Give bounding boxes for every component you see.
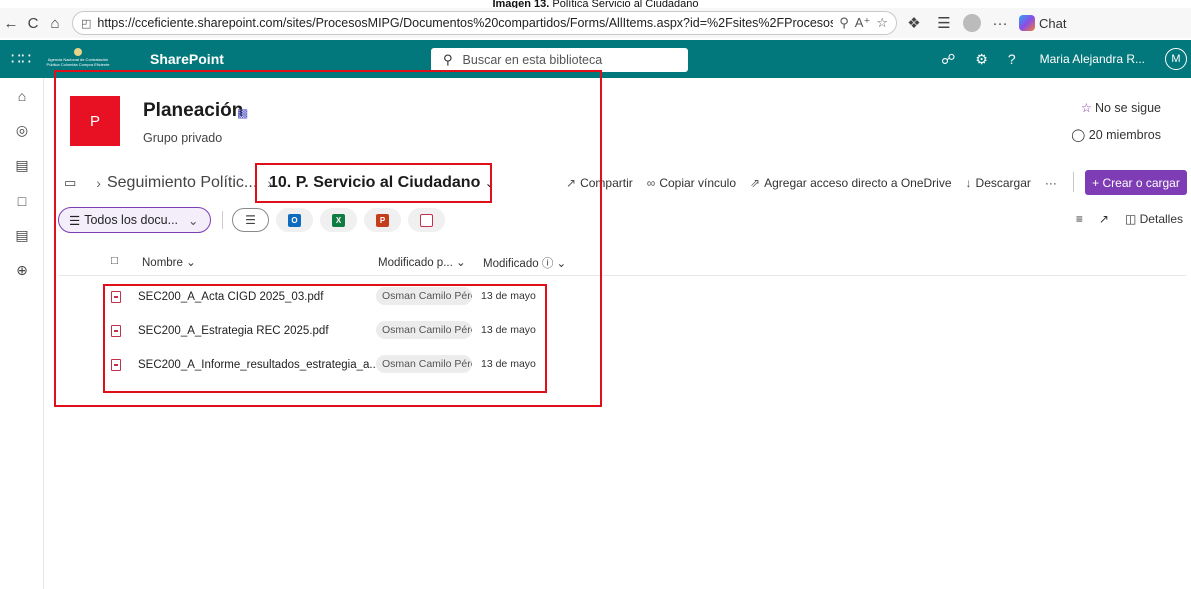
annotation-files-box: [103, 284, 547, 393]
copilot-icon: [1019, 15, 1035, 31]
person-icon: ◯: [1071, 128, 1089, 142]
extensions-icon[interactable]: ❖: [903, 14, 925, 32]
follow-button[interactable]: ☆ No se sigue: [1081, 100, 1161, 115]
settings-gear-icon[interactable]: ⚙: [975, 51, 988, 68]
org-logo-text: Agencia Nacional de Contratación Pública…: [46, 57, 110, 67]
onedrive-label: Agregar acceso directo a OneDrive: [764, 176, 952, 190]
site-info-icon[interactable]: ◰: [81, 17, 91, 30]
news-icon[interactable]: ▤: [0, 148, 44, 183]
command-divider: [1073, 172, 1074, 192]
expand-icon[interactable]: ↗: [1099, 212, 1109, 226]
chat-label: Chat: [1039, 15, 1067, 31]
details-icon: ◫: [1124, 212, 1140, 226]
star-icon: ☆: [1080, 101, 1092, 115]
download-label: Descargar: [975, 176, 1031, 190]
caption-text: Política Servicio al Ciudadano: [549, 0, 699, 8]
more-commands-button[interactable]: ···: [1045, 176, 1057, 190]
details-label: Detalles: [1139, 212, 1183, 226]
members-button[interactable]: ◯ 20 miembros: [1071, 127, 1161, 142]
refresh-icon[interactable]: C: [22, 15, 44, 32]
caption-prefix: Imagen 13.: [492, 0, 550, 8]
annotation-breadcrumb-box: [255, 163, 492, 203]
copilot-chat-button[interactable]: Chat: [1019, 15, 1066, 31]
members-label: 20 miembros: [1088, 128, 1161, 142]
follow-label: No se sigue: [1094, 101, 1161, 115]
search-input[interactable]: ⚲ Buscar en esta biblioteca: [431, 48, 688, 72]
zoom-icon[interactable]: ⚲: [839, 15, 849, 31]
details-button[interactable]: ◫ Detalles: [1125, 212, 1183, 226]
app-name[interactable]: SharePoint: [150, 51, 224, 67]
left-app-rail: ⌂ ◎ ▤ □ ▤ ⊕: [0, 78, 44, 589]
home-icon[interactable]: ⌂: [0, 78, 44, 113]
download-icon: ↓: [965, 176, 972, 190]
onedrive-shortcut-button[interactable]: ⇗ Agregar acceso directo a OneDrive: [750, 176, 952, 190]
lists-icon[interactable]: ▤: [0, 218, 44, 253]
figure-caption: Imagen 13. Política Servicio al Ciudadan…: [0, 0, 1191, 8]
user-avatar[interactable]: M: [1165, 48, 1187, 70]
create-upload-button[interactable]: + Crear o cargar: [1085, 170, 1187, 195]
add-icon[interactable]: ⊕: [0, 253, 44, 288]
command-bar: ↗ Compartir ∞ Copiar vínculo ⇗ Agregar acce…: [566, 172, 1057, 194]
browser-toolbar: ← C ⌂ ◰ https://cceficiente.sharepoint.c…: [0, 8, 1191, 38]
url-text: https://cceficiente.sharepoint.com/sites…: [97, 16, 834, 30]
search-icon: ⚲: [443, 52, 453, 67]
copy-link-button[interactable]: ∞ Copiar vínculo: [647, 176, 736, 190]
address-bar[interactable]: ◰ https://cceficiente.sharepoint.com/sit…: [72, 11, 897, 35]
home-icon[interactable]: ⌂: [44, 15, 66, 32]
read-aloud-icon[interactable]: A⁺: [855, 15, 871, 31]
help-icon[interactable]: ?: [1008, 51, 1016, 67]
favorite-star-icon[interactable]: ☆: [876, 15, 888, 31]
link-icon: ∞: [646, 176, 656, 190]
profile-avatar[interactable]: [963, 14, 981, 32]
download-button[interactable]: ↓ Descargar: [966, 176, 1031, 190]
globe-icon[interactable]: ◎: [0, 113, 44, 148]
view-options-icon[interactable]: ≡: [1076, 212, 1083, 226]
back-icon[interactable]: ←: [0, 15, 22, 32]
organization-logo[interactable]: Agencia Nacional de Contratación Pública…: [42, 45, 114, 73]
copy-link-label: Copiar vínculo: [659, 176, 737, 190]
document-icon[interactable]: □: [0, 183, 44, 218]
share-network-icon[interactable]: ☍: [941, 51, 955, 68]
more-options-icon[interactable]: ···: [989, 15, 1011, 32]
seal-icon: [74, 48, 82, 56]
shortcut-icon: ⇗: [750, 176, 761, 190]
favorites-icon[interactable]: ☰: [933, 14, 955, 32]
app-launcher-icon[interactable]: ∷∷: [0, 49, 42, 69]
user-name[interactable]: Maria Alejandra R...: [1040, 52, 1145, 66]
search-placeholder: Buscar en esta biblioteca: [462, 53, 603, 67]
view-tools: ≡ ↗ ◫ Detalles: [1076, 212, 1183, 226]
